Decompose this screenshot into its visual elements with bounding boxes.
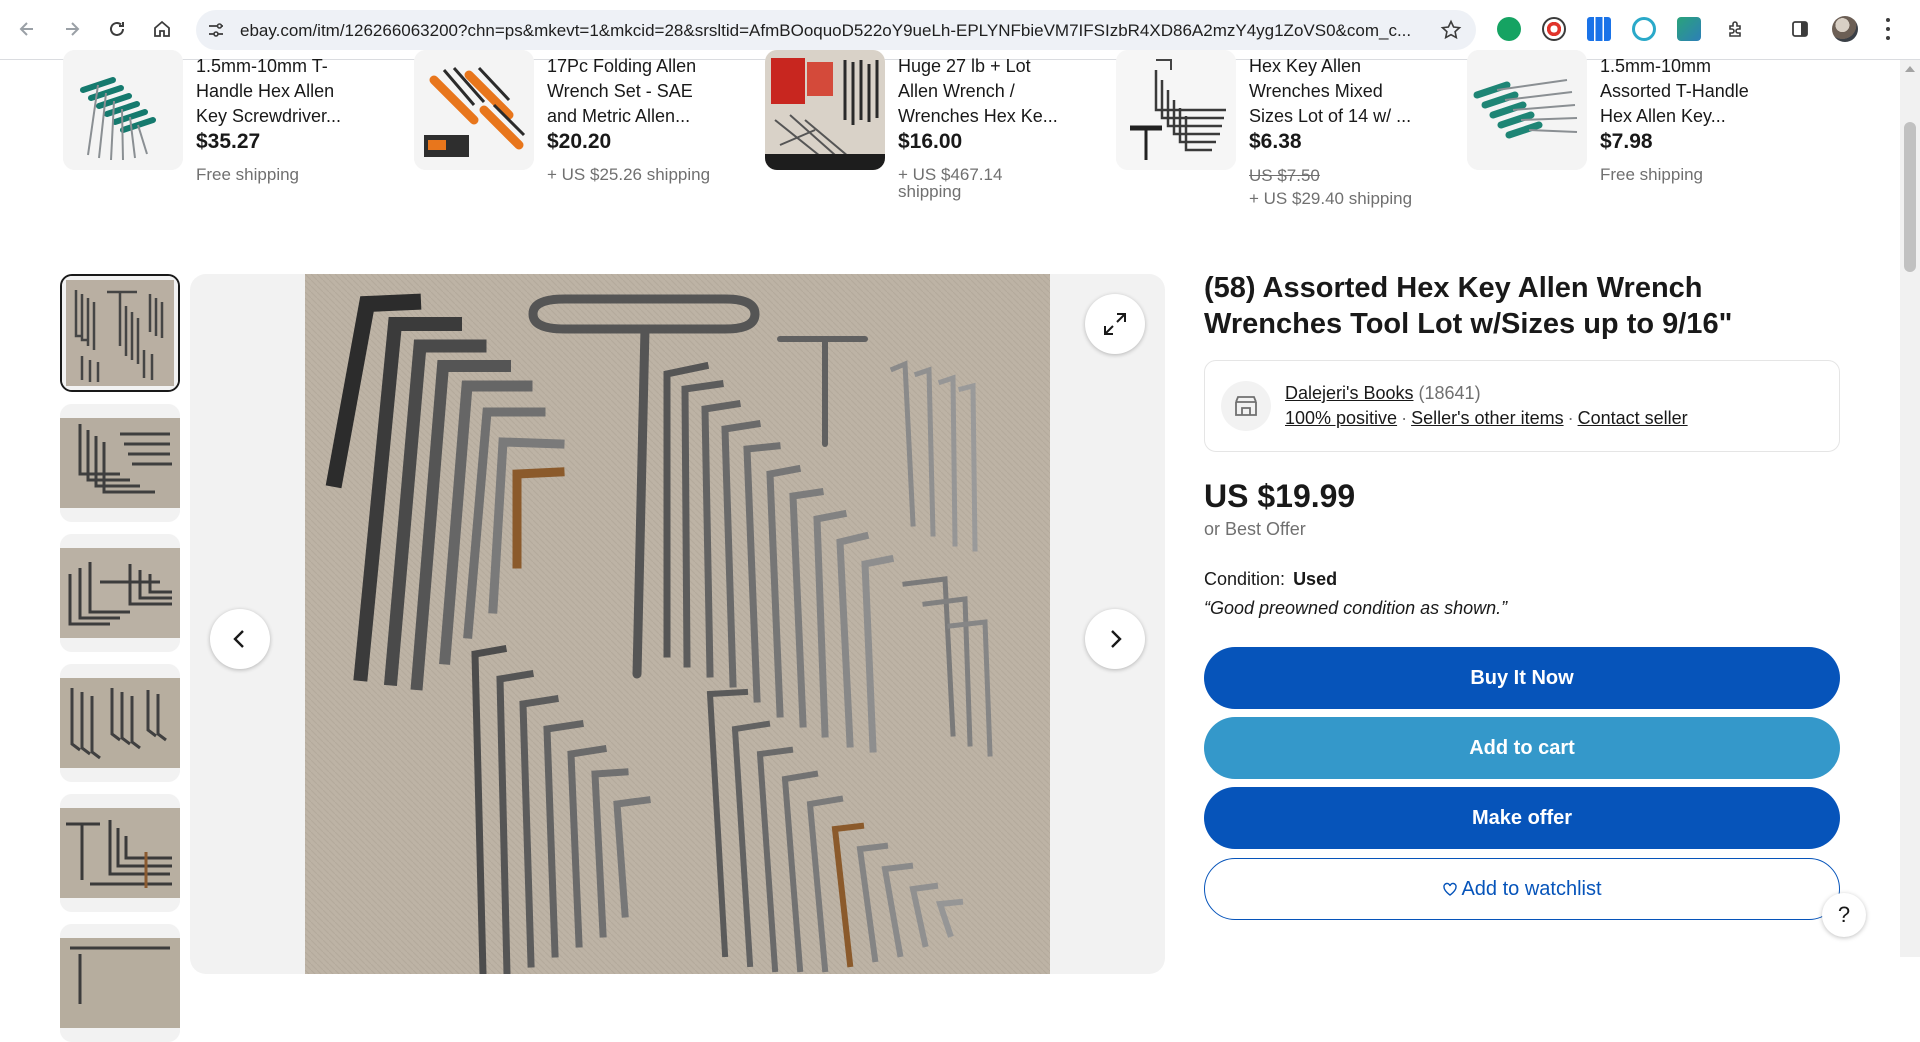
- similar-item-card[interactable]: 17Pc Folding Allen Wrench Set - SAE and …: [414, 50, 754, 230]
- seller-card: Dalejeri's Books (18641) 100% positive · S…: [1204, 360, 1840, 452]
- condition-row: Condition: Used: [1204, 569, 1337, 590]
- arrow-right-icon: [66, 22, 80, 36]
- similar-items-carousel: 1.5mm-10mm T-Handle Hex Allen Key Screwd…: [0, 50, 1900, 230]
- similar-item-price: $6.38: [1249, 130, 1302, 153]
- back-button[interactable]: [13, 15, 41, 43]
- chevron-right-icon: [1111, 630, 1122, 648]
- store-icon[interactable]: [1221, 381, 1271, 431]
- similar-item-title[interactable]: 1.5mm-10mm Assorted T-Handle Hex Allen K…: [1600, 54, 1770, 129]
- thumbnail-1[interactable]: [60, 274, 180, 392]
- seller-positive-link[interactable]: 100% positive: [1285, 408, 1397, 428]
- side-panel-icon: [1792, 21, 1808, 37]
- similar-item-image[interactable]: [1467, 50, 1587, 170]
- seller-other-items-link[interactable]: Seller's other items: [1411, 408, 1564, 428]
- watchlist-label: Add to watchlist: [1461, 877, 1602, 900]
- thumbnail-6[interactable]: [60, 924, 180, 1042]
- atom-extension-icon[interactable]: [1632, 17, 1656, 41]
- home-icon: [154, 20, 170, 37]
- similar-item-shipping: + US $25.26 shipping: [547, 165, 711, 184]
- similar-item-title[interactable]: 1.5mm-10mm T-Handle Hex Allen Key Screwd…: [196, 54, 366, 129]
- scroll-up-arrow-icon[interactable]: [1905, 66, 1915, 72]
- similar-item-image[interactable]: [63, 50, 183, 170]
- thumbnail-2[interactable]: [60, 404, 180, 522]
- similar-item-shipping: + US $467.14 shipping: [898, 165, 1003, 201]
- best-offer-label: or Best Offer: [1204, 519, 1306, 539]
- page-scrollbar[interactable]: [1900, 60, 1920, 957]
- next-image-button[interactable]: [1085, 609, 1145, 669]
- make-offer-button[interactable]: Make offer: [1204, 787, 1840, 849]
- similar-item-price: $16.00: [898, 130, 963, 153]
- seller-name-line: Dalejeri's Books (18641): [1285, 383, 1481, 404]
- contact-seller-link[interactable]: Contact seller: [1578, 408, 1688, 428]
- side-panel-button[interactable]: [1786, 15, 1814, 43]
- scrollbar-thumb[interactable]: [1904, 122, 1916, 272]
- similar-item-price: $35.27: [196, 130, 261, 153]
- similar-item-shipping: + US $29.40 shipping: [1249, 189, 1413, 208]
- seller-feedback-count: (18641): [1418, 383, 1481, 403]
- image-extension-icon[interactable]: [1677, 17, 1701, 41]
- similar-item-image[interactable]: [414, 50, 534, 170]
- similar-item-price: $20.20: [547, 130, 612, 153]
- condition-label: Condition:: [1204, 569, 1286, 589]
- chevron-left-icon: [233, 630, 244, 648]
- home-button[interactable]: [148, 15, 176, 43]
- image-viewer: [190, 274, 1165, 974]
- similar-item-shipping: Free shipping: [196, 165, 300, 184]
- thumbnail-4[interactable]: [60, 664, 180, 782]
- similar-item-shipping: Free shipping: [1600, 165, 1704, 184]
- forward-button[interactable]: [58, 15, 86, 43]
- seller-name-link[interactable]: Dalejeri's Books: [1285, 383, 1414, 403]
- browser-menu-button[interactable]: [1884, 18, 1892, 40]
- reload-icon: [110, 21, 124, 36]
- seller-links: 100% positive · Seller's other items · Conta…: [1285, 408, 1688, 429]
- puzzle-icon: [1729, 21, 1741, 37]
- arrow-left-icon: [19, 22, 33, 36]
- expand-icon: [1104, 313, 1126, 335]
- help-button[interactable]: ?: [1822, 893, 1866, 937]
- pokeball-extension-icon[interactable]: [1542, 17, 1566, 41]
- previous-image-button[interactable]: [210, 609, 270, 669]
- add-to-watchlist-button[interactable]: Add to watchlist: [1204, 858, 1840, 920]
- separator-dot: ·: [1567, 408, 1574, 428]
- site-info-icon[interactable]: [206, 20, 226, 40]
- thumbnail-5[interactable]: [60, 794, 180, 912]
- separator-dot: ·: [1401, 408, 1408, 428]
- chart-extension-icon[interactable]: [1587, 17, 1611, 41]
- condition-value[interactable]: Used: [1293, 569, 1337, 589]
- similar-item-title[interactable]: Hex Key Allen Wrenches Mixed Sizes Lot o…: [1249, 54, 1419, 129]
- url-text[interactable]: ebay.com/itm/126266063200?chn=ps&mkevt=1…: [240, 21, 1420, 41]
- similar-item-image[interactable]: [765, 50, 885, 170]
- bookmark-star-icon[interactable]: [1440, 19, 1462, 41]
- similar-item-card[interactable]: Hex Key Allen Wrenches Mixed Sizes Lot o…: [1116, 50, 1456, 230]
- reload-button[interactable]: [103, 15, 131, 43]
- expand-image-button[interactable]: [1085, 294, 1145, 354]
- similar-item-image[interactable]: [1116, 50, 1236, 170]
- condition-note: “Good preowned condition as shown.”: [1204, 598, 1508, 618]
- grammarly-extension-icon[interactable]: [1497, 17, 1521, 41]
- similar-item-card[interactable]: 1.5mm-10mm T-Handle Hex Allen Key Screwd…: [63, 50, 403, 230]
- address-bar[interactable]: ebay.com/itm/126266063200?chn=ps&mkevt=1…: [196, 10, 1476, 50]
- similar-item-title[interactable]: Huge 27 lb + Lot Allen Wrench / Wrenches…: [898, 54, 1068, 129]
- heart-icon: [1443, 882, 1458, 896]
- similar-item-price: $7.98: [1600, 130, 1653, 153]
- image-thumbnail-list: [60, 274, 180, 1042]
- extensions-button[interactable]: [1722, 15, 1750, 43]
- browser-toolbar: ebay.com/itm/126266063200?chn=ps&mkevt=1…: [0, 0, 1920, 60]
- similar-item-card[interactable]: 1.5mm-10mm Assorted T-Handle Hex Allen K…: [1467, 50, 1807, 230]
- item-price: US $19.99: [1204, 478, 1356, 514]
- buy-it-now-button[interactable]: Buy It Now: [1204, 647, 1840, 709]
- similar-item-original-price: US $7.50: [1249, 166, 1320, 185]
- listing-title: (58) Assorted Hex Key Allen Wrench Wrenc…: [1204, 272, 1733, 340]
- main-product-image[interactable]: [305, 274, 1050, 974]
- add-to-cart-button[interactable]: Add to cart: [1204, 717, 1840, 779]
- thumbnail-3[interactable]: [60, 534, 180, 652]
- similar-item-card[interactable]: Huge 27 lb + Lot Allen Wrench / Wrenches…: [765, 50, 1105, 230]
- similar-item-title[interactable]: 17Pc Folding Allen Wrench Set - SAE and …: [547, 54, 717, 129]
- profile-avatar[interactable]: [1832, 16, 1858, 42]
